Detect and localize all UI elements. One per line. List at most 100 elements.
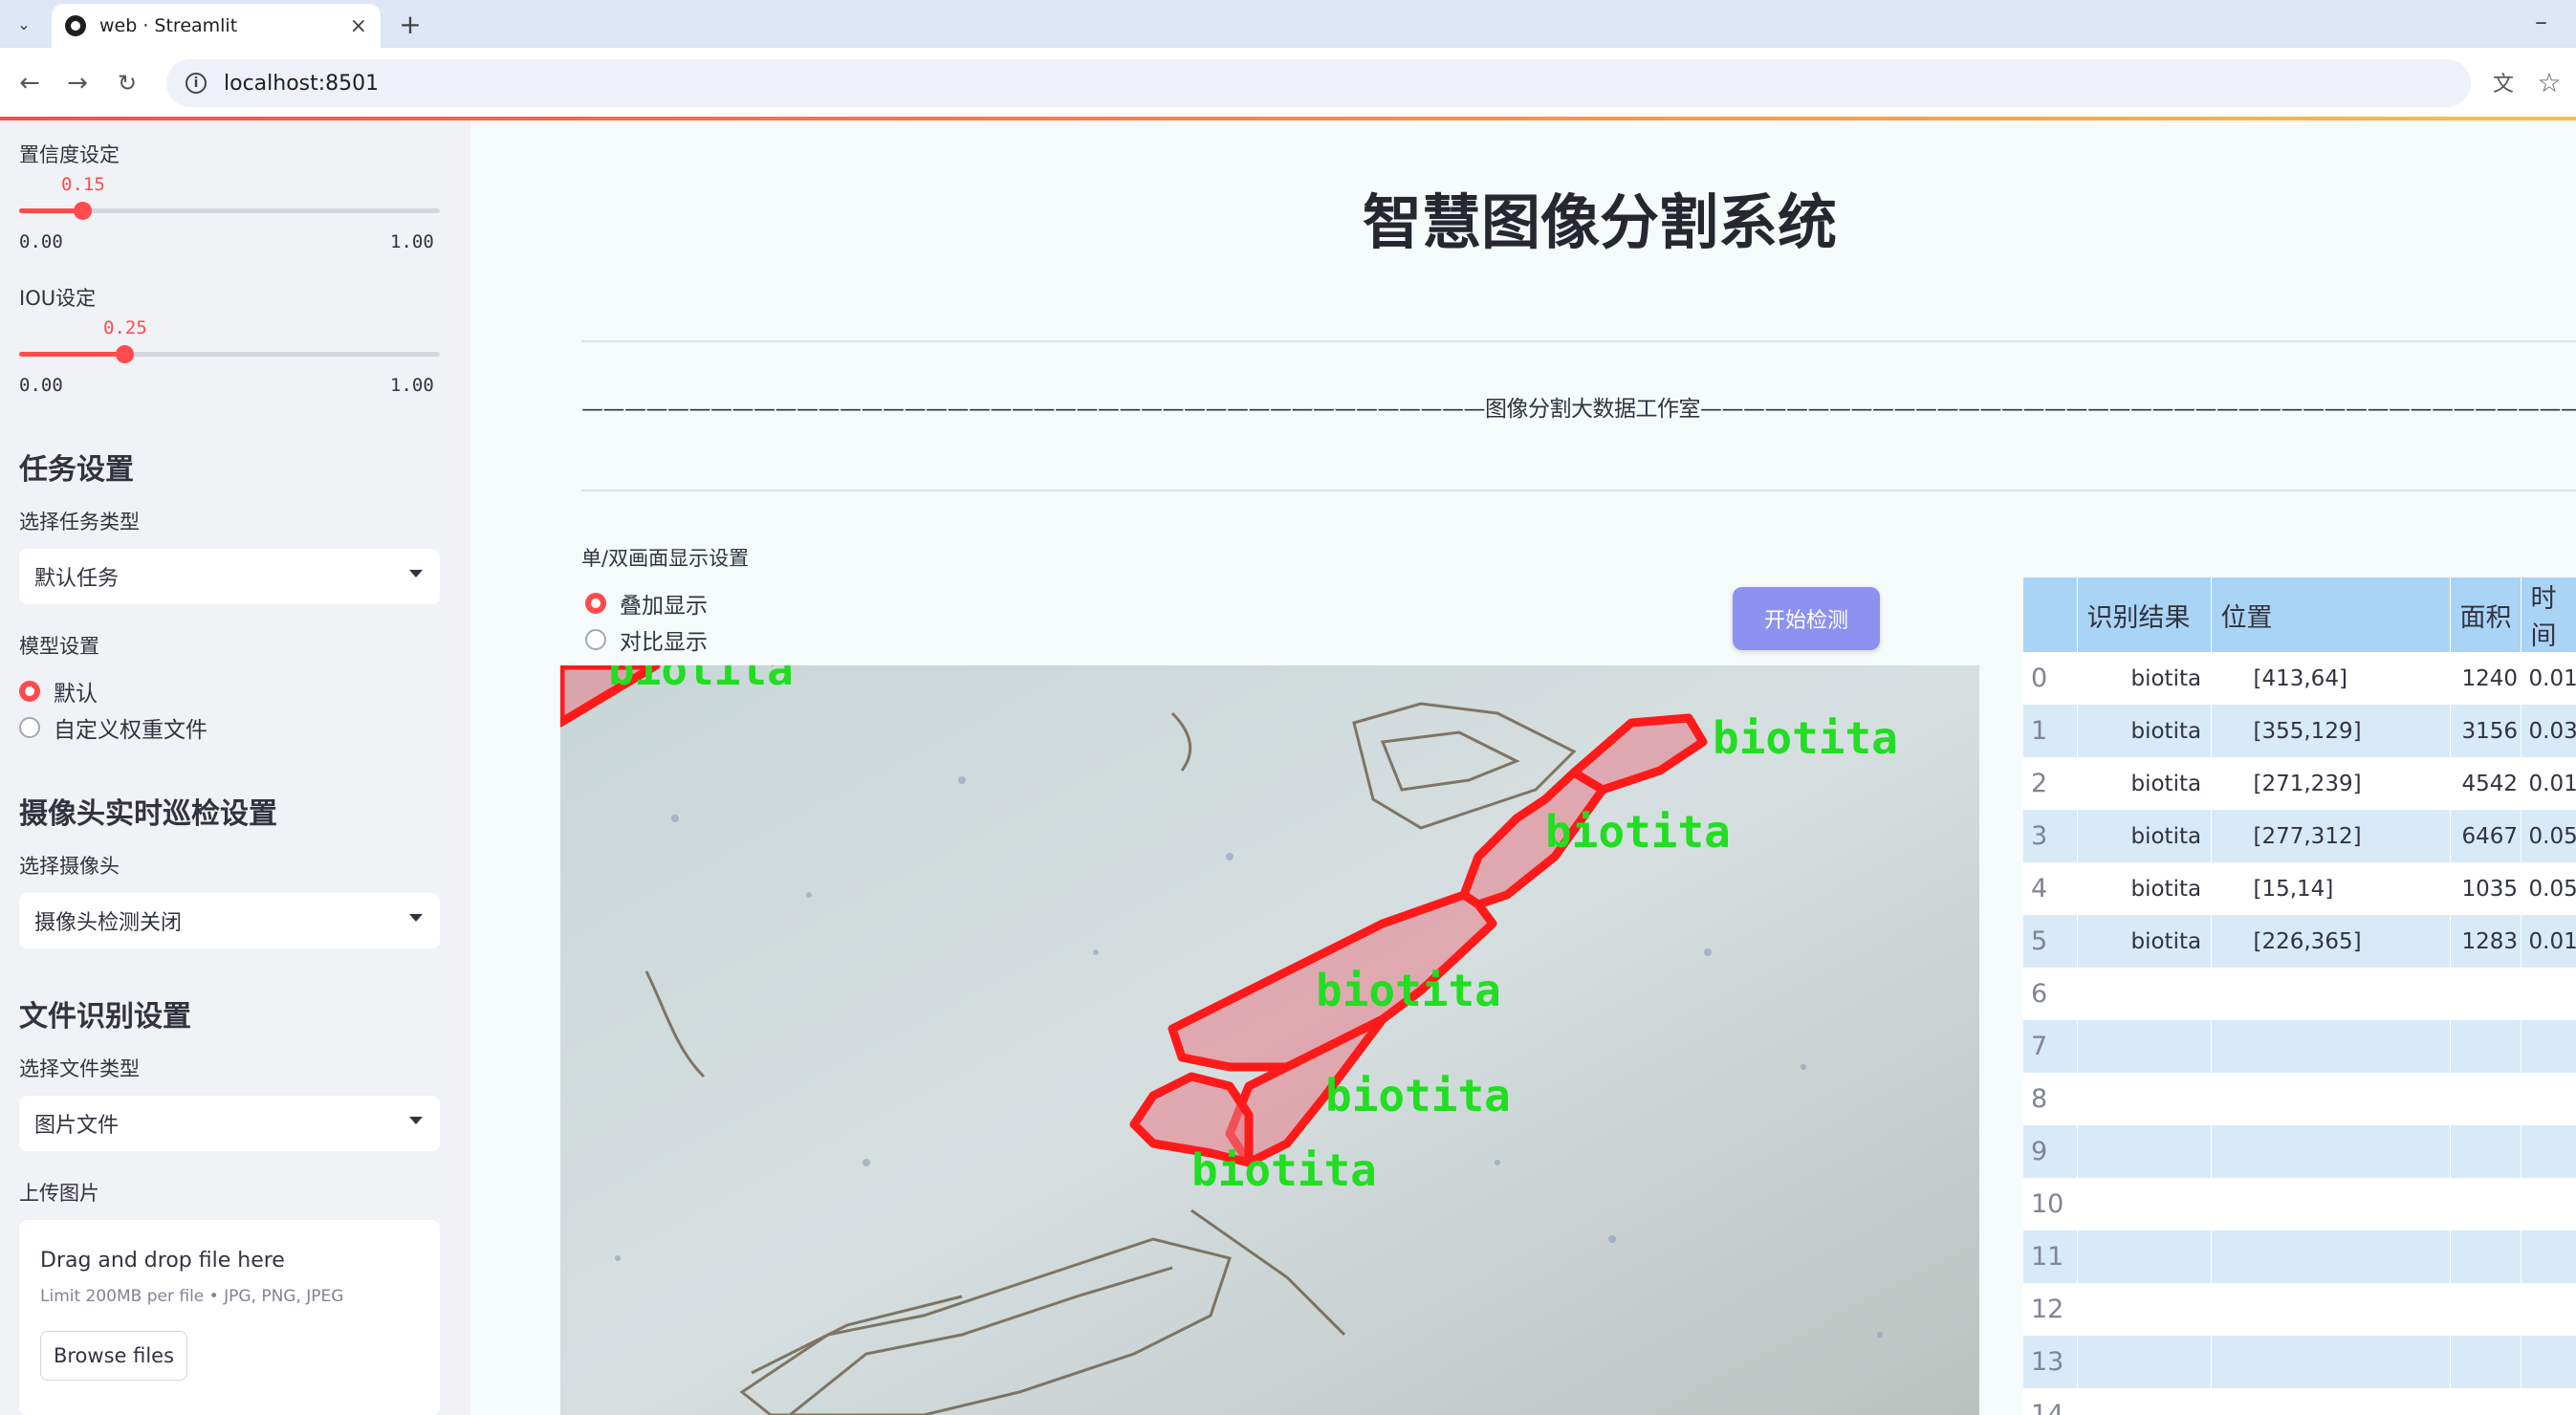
table-row[interactable]: 1 biotita [355,129] 3156 0.03: [2023, 705, 2576, 757]
table-cell-cls: biotita: [2077, 652, 2212, 705]
table-cell-idx: 1: [2023, 705, 2078, 757]
model-settings-label: 模型设置: [19, 635, 99, 658]
table-row[interactable]: 9: [2023, 1125, 2576, 1178]
table-cell-idx: 5: [2023, 915, 2078, 968]
results-table[interactable]: 识别结果 位置 面积 时间 0 biotita [413,64] 1240 0.01 1 b…: [2023, 577, 2576, 1415]
table-cell-cls: [2077, 1336, 2212, 1388]
streamlit-favicon-icon: [65, 15, 86, 36]
table-cell-area: [2450, 1336, 2521, 1388]
table-cell-idx: 14: [2023, 1388, 2078, 1415]
table-cell-area: [2450, 1073, 2521, 1125]
browse-files-button[interactable]: Browse files: [40, 1331, 187, 1381]
table-row[interactable]: 11: [2023, 1230, 2576, 1283]
upload-label: 上传图片: [19, 1182, 99, 1205]
table-cell-cls: biotita: [2077, 810, 2212, 862]
table-row[interactable]: 5 biotita [226,365] 1283 0.01: [2023, 915, 2576, 968]
table-cell-area: 1035: [2450, 862, 2521, 915]
table-row[interactable]: 8: [2023, 1073, 2576, 1125]
table-row[interactable]: 2 biotita [271,239] 4542 0.01: [2023, 757, 2576, 810]
table-cell-idx: 8: [2023, 1073, 2078, 1125]
table-cell-cls: biotita: [2077, 862, 2212, 915]
tab-search-icon[interactable]: ⌄: [10, 10, 38, 38]
table-cell-time: [2521, 1125, 2576, 1178]
segmentation-result-image: biotita biotita biotita biotita biotita …: [560, 665, 1979, 1415]
model-option-default[interactable]: 默认: [19, 675, 98, 708]
dropzone-title: Drag and drop file here: [40, 1249, 285, 1273]
table-cell-pos: [277,312]: [2211, 810, 2451, 862]
table-cell-idx: 13: [2023, 1336, 2078, 1388]
back-arrow-icon[interactable]: ←: [11, 65, 48, 101]
address-bar[interactable]: i localhost:8501: [166, 59, 2471, 107]
col-header-time[interactable]: 时间: [2521, 577, 2576, 652]
file-type-value: 图片文件: [34, 1114, 120, 1138]
start-detection-button[interactable]: 开始检测: [1733, 587, 1880, 650]
radio-selected-icon[interactable]: [585, 593, 606, 614]
table-cell-idx: 2: [2023, 757, 2078, 810]
url-text: localhost:8501: [224, 71, 380, 96]
table-header-row: 识别结果 位置 面积 时间: [2023, 577, 2576, 652]
col-header-area[interactable]: 面积: [2450, 577, 2521, 652]
table-row[interactable]: 0 biotita [413,64] 1240 0.01: [2023, 652, 2576, 705]
camera-select[interactable]: 摄像头检测关闭: [19, 893, 440, 948]
radio-unselected-icon[interactable]: [585, 629, 606, 650]
confidence-slider-thumb[interactable]: [74, 202, 92, 220]
table-cell-idx: 12: [2023, 1283, 2078, 1336]
table-cell-cls: biotita: [2077, 705, 2212, 757]
display-option-overlay[interactable]: 叠加显示: [585, 587, 708, 620]
display-option-overlay-label: 叠加显示: [620, 594, 708, 619]
mask-label-5: biotita: [1191, 1144, 1377, 1196]
table-cell-area: [2450, 1388, 2521, 1415]
table-cell-pos: [2211, 1178, 2451, 1230]
model-option-custom[interactable]: 自定义权重文件: [19, 711, 207, 744]
file-dropzone[interactable]: Drag and drop file here Limit 200MB per …: [19, 1220, 440, 1415]
radio-selected-icon[interactable]: [19, 681, 40, 702]
table-cell-pos: [2211, 1283, 2451, 1336]
table-row[interactable]: 4 biotita [15,14] 1035 0.05: [2023, 862, 2576, 915]
table-cell-area: [2450, 1230, 2521, 1283]
file-type-label: 选择文件类型: [19, 1057, 140, 1080]
file-type-select[interactable]: 图片文件: [19, 1096, 440, 1151]
table-row[interactable]: 13: [2023, 1336, 2576, 1388]
browser-tab[interactable]: web · Streamlit ×: [52, 4, 381, 48]
main-content: 智慧图像分割系统 ———————————————————————————————…: [470, 120, 2576, 1415]
table-row[interactable]: 6: [2023, 968, 2576, 1020]
chevron-down-icon: [409, 914, 423, 922]
table-row[interactable]: 14: [2023, 1388, 2576, 1415]
display-mode-label: 单/双画面显示设置: [581, 547, 750, 570]
translate-icon[interactable]: 文: [2486, 65, 2521, 99]
table-row[interactable]: 10: [2023, 1178, 2576, 1230]
bookmark-star-icon[interactable]: ☆: [2532, 65, 2566, 99]
minimize-window-icon[interactable]: –: [2535, 8, 2547, 36]
confidence-slider[interactable]: [19, 202, 440, 220]
table-cell-area: 4542: [2450, 757, 2521, 810]
task-settings-heading: 任务设置: [19, 453, 134, 487]
table-row[interactable]: 3 biotita [277,312] 6467 0.05: [2023, 810, 2576, 862]
iou-slider-fill: [19, 352, 124, 357]
table-cell-cls: [2077, 1020, 2212, 1073]
forward-arrow-icon[interactable]: →: [59, 65, 96, 101]
display-option-compare[interactable]: 对比显示: [585, 623, 708, 656]
table-cell-area: 1240: [2450, 652, 2521, 705]
close-tab-icon[interactable]: ×: [350, 14, 367, 38]
browser-tab-bar: ⌄ web · Streamlit × + –: [0, 0, 2576, 48]
mask-label-2: biotita: [1325, 1070, 1511, 1121]
iou-slider[interactable]: [19, 345, 440, 363]
task-type-select[interactable]: 默认任务: [19, 549, 440, 604]
new-tab-icon[interactable]: +: [394, 8, 426, 40]
reload-icon[interactable]: ↻: [109, 65, 145, 101]
confidence-label: 置信度设定: [19, 143, 120, 166]
col-header-class[interactable]: 识别结果: [2077, 577, 2212, 652]
radio-unselected-icon[interactable]: [19, 717, 40, 738]
confidence-max: 1.00: [390, 231, 434, 252]
iou-label: IOU设定: [19, 287, 97, 310]
table-row[interactable]: 12: [2023, 1283, 2576, 1336]
table-cell-time: 0.05: [2521, 862, 2576, 915]
table-cell-cls: [2077, 1178, 2212, 1230]
confidence-min: 0.00: [19, 231, 63, 252]
site-info-icon[interactable]: i: [186, 73, 207, 94]
table-row[interactable]: 7: [2023, 1020, 2576, 1073]
mask-label-1: biotita: [1545, 806, 1731, 858]
col-header-position[interactable]: 位置: [2211, 577, 2451, 652]
iou-slider-thumb[interactable]: [116, 345, 134, 363]
table-cell-pos: [15,14]: [2211, 862, 2451, 915]
